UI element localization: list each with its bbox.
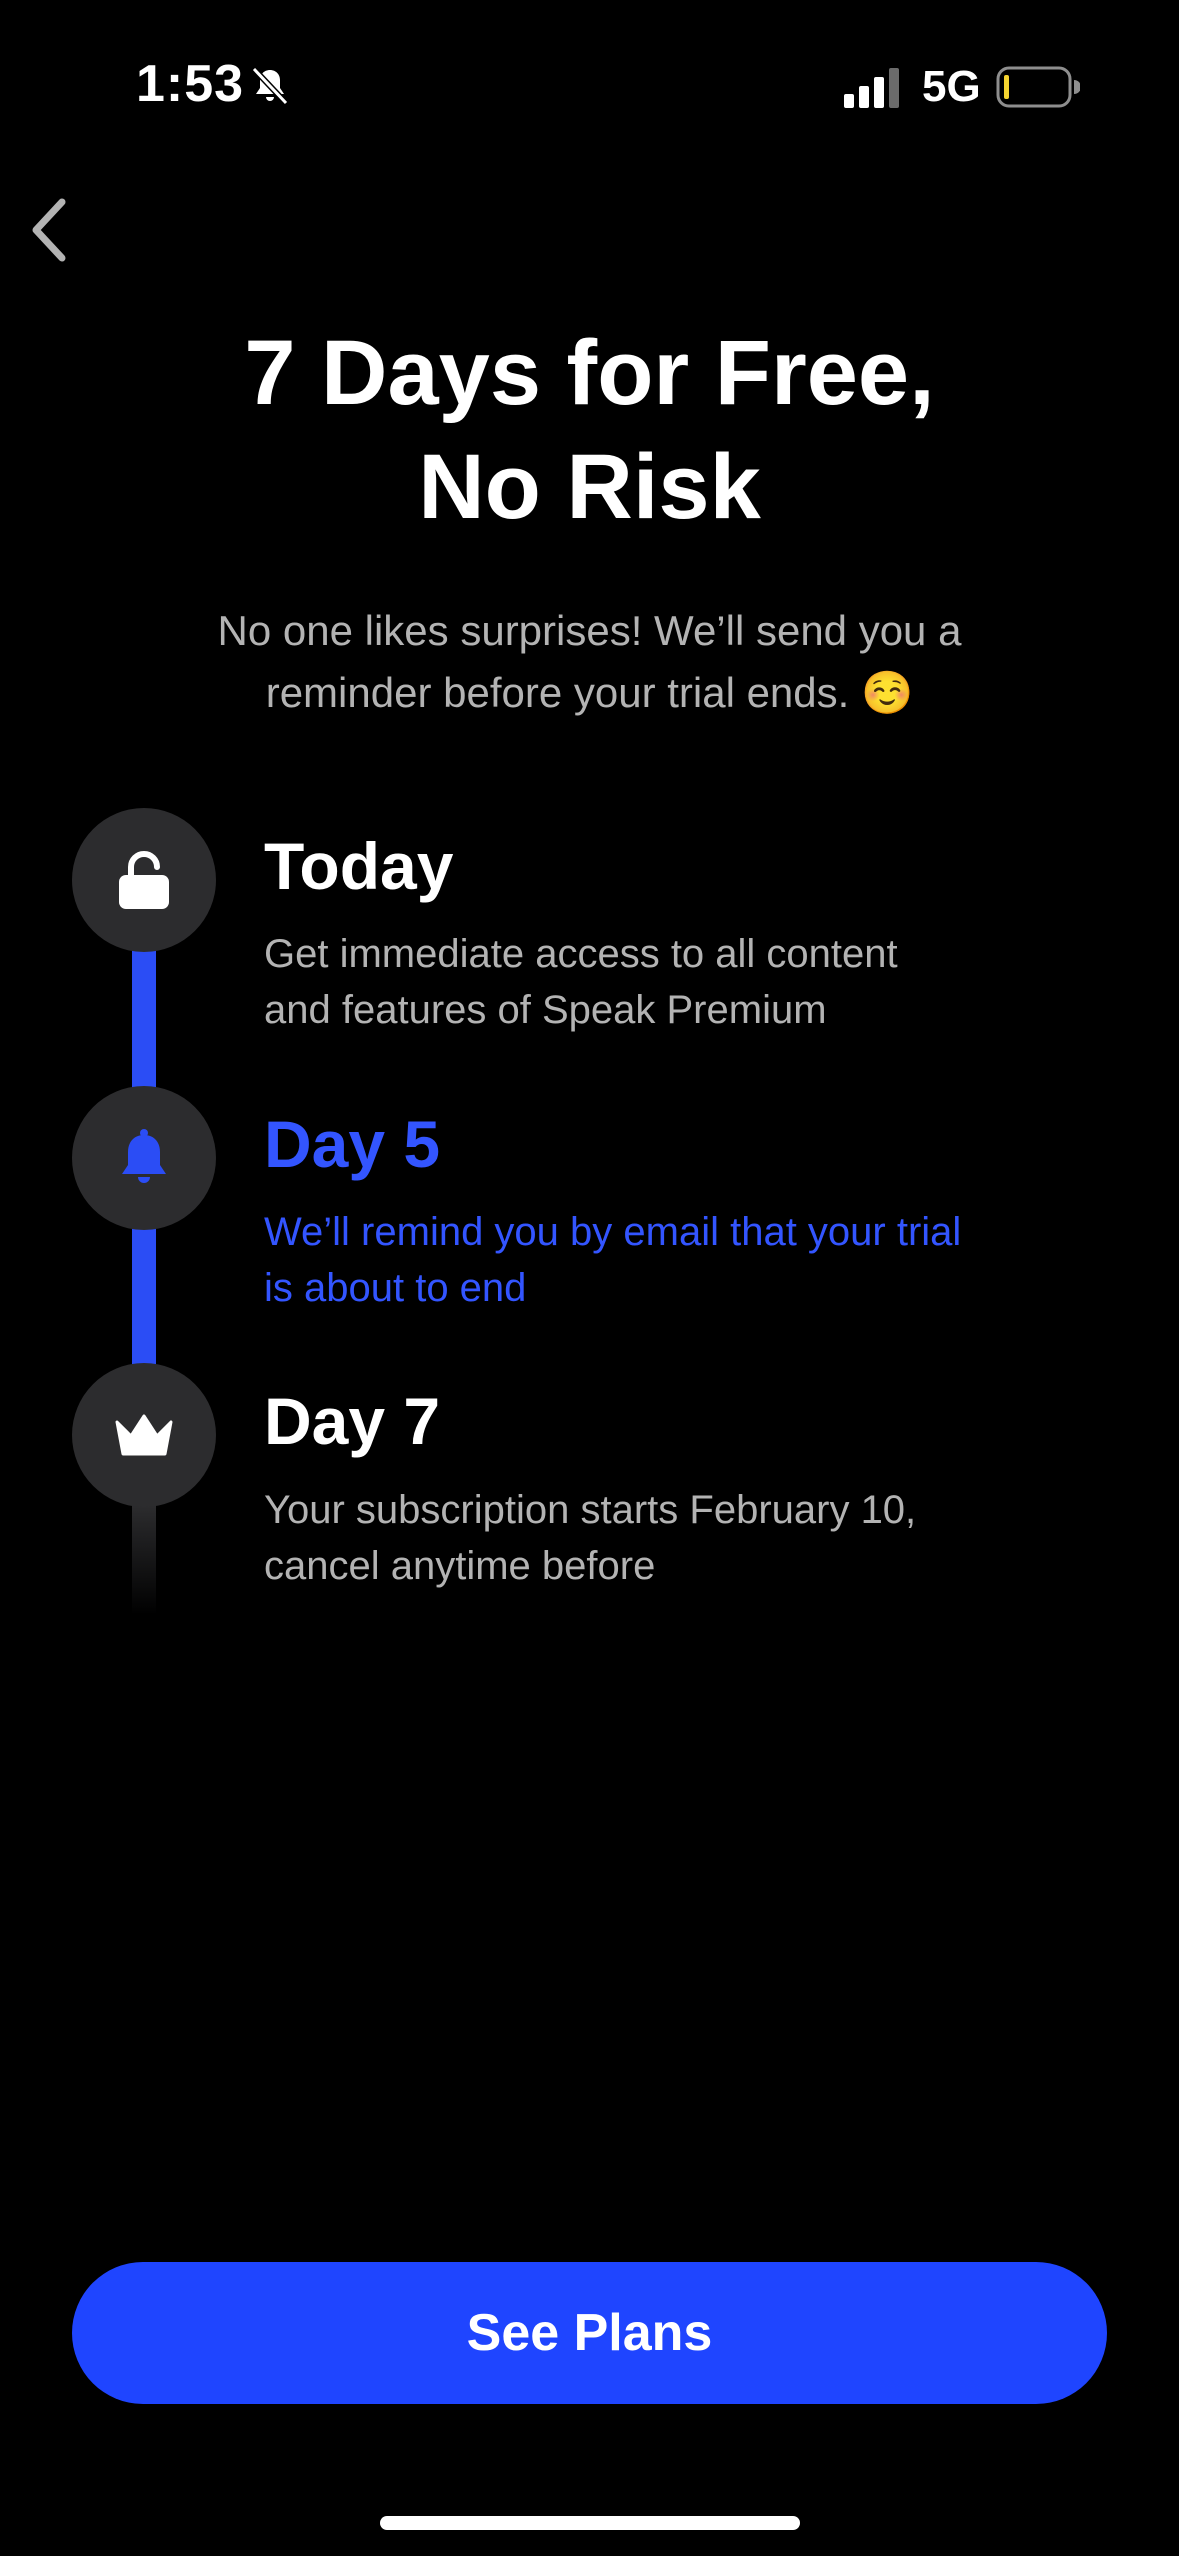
status-time: 1:53 <box>136 55 245 113</box>
title-line: No Risk <box>418 436 761 538</box>
step-description-line: and features of Speak Premium <box>264 988 827 1032</box>
step-title: Day 5 <box>264 1107 441 1181</box>
timeline-connector <box>132 1228 156 1368</box>
step-description-line: is about to end <box>264 1266 527 1310</box>
step-description: Your subscription starts February 10, ca… <box>264 1482 1064 1594</box>
step-title: Today <box>264 829 454 903</box>
subtitle-line: reminder before your trial ends. ☺️ <box>265 669 914 716</box>
step-description-line: cancel anytime before <box>264 1544 656 1588</box>
unlock-icon <box>119 851 169 909</box>
bell-slash-icon <box>251 66 289 106</box>
page-subtitle: No one likes surprises! We’ll send you a… <box>90 600 1089 724</box>
crown-icon <box>115 1414 173 1456</box>
step-description: We’ll remind you by email that your tria… <box>264 1204 1064 1316</box>
back-button[interactable] <box>20 190 90 270</box>
chevron-left-icon <box>32 198 66 262</box>
step-description-line: Your subscription starts February 10, <box>264 1488 917 1532</box>
step-icon-circle <box>72 1363 216 1507</box>
title-line: 7 Days for Free, <box>244 322 935 424</box>
see-plans-button[interactable]: See Plans <box>72 2262 1107 2404</box>
step-title: Day 7 <box>264 1384 441 1458</box>
cellular-signal-icon <box>844 68 899 108</box>
battery-icon <box>996 66 1080 108</box>
step-description-line: We’ll remind you by email that your tria… <box>264 1210 962 1254</box>
step-description: Get immediate access to all content and … <box>264 926 1064 1038</box>
home-indicator[interactable] <box>380 2516 800 2530</box>
step-description-line: Get immediate access to all content <box>264 932 898 976</box>
network-type: 5G <box>922 62 981 111</box>
subtitle-line: No one likes surprises! We’ll send you a <box>217 607 962 654</box>
step-icon-circle <box>72 808 216 952</box>
bell-icon <box>122 1129 166 1183</box>
timeline-connector-fade <box>132 1505 156 1615</box>
page-title: 7 Days for Free, No Risk <box>0 316 1179 544</box>
step-icon-circle <box>72 1086 216 1230</box>
timeline-connector <box>132 950 156 1090</box>
